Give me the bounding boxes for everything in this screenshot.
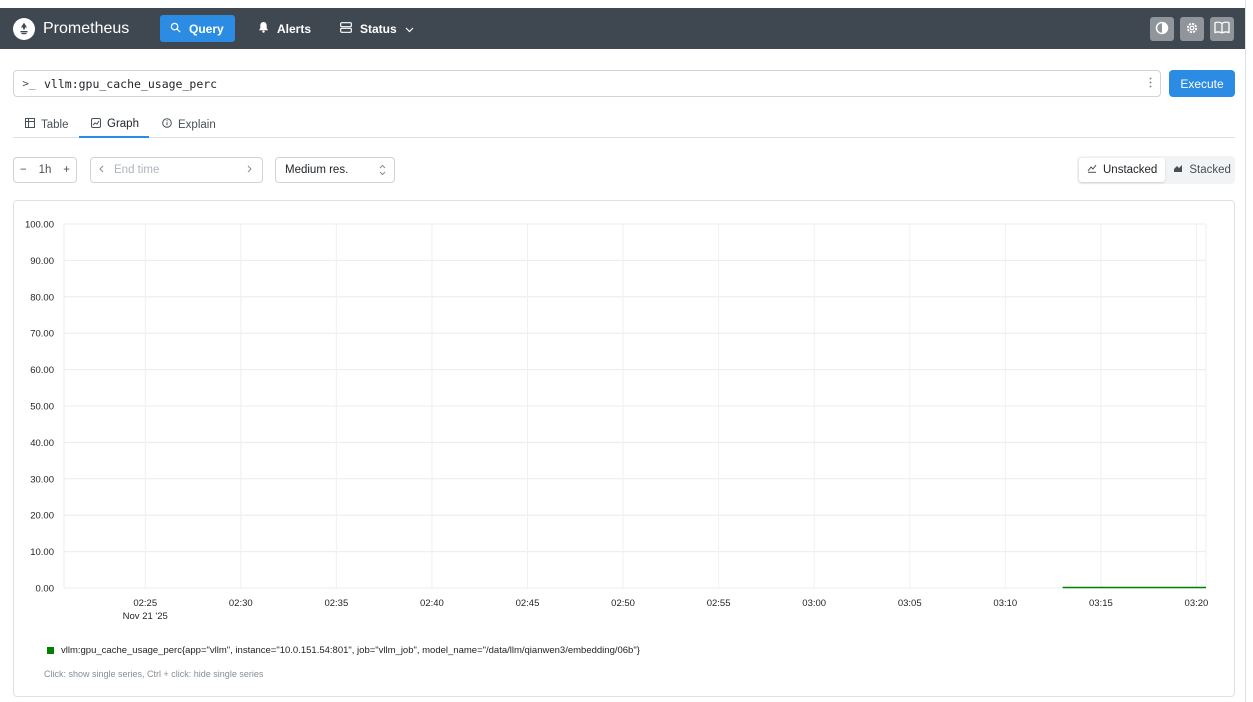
nav-status[interactable]: Status: [330, 15, 432, 42]
x-date-label: Nov 21 '25: [123, 611, 168, 622]
x-tick-label: 03:20: [1185, 598, 1209, 609]
x-tick-label: 02:25: [133, 598, 157, 609]
range-increase-button[interactable]: +: [63, 164, 70, 176]
stack-mode-toggle: Unstacked Stacked: [1077, 156, 1235, 184]
unstacked-icon: [1087, 164, 1103, 176]
y-tick-label: 60.00: [30, 365, 54, 376]
x-tick-label: 02:35: [324, 598, 348, 609]
y-tick-label: 20.00: [30, 511, 54, 522]
search-icon: [170, 22, 189, 36]
execute-button[interactable]: Execute: [1169, 70, 1235, 97]
y-tick-label: 30.00: [30, 474, 54, 485]
x-tick-label: 02:50: [611, 598, 635, 609]
end-time-input[interactable]: End time: [90, 157, 263, 183]
end-time-placeholder: End time: [114, 164, 160, 176]
stacked-button[interactable]: Stacked: [1165, 158, 1239, 182]
x-tick-label: 03:10: [993, 598, 1017, 609]
y-tick-label: 80.00: [30, 292, 54, 303]
nav-alerts-label: Alerts: [277, 21, 312, 36]
y-tick-label: 40.00: [30, 438, 54, 449]
tab-graph-label: Graph: [107, 118, 139, 130]
theme-toggle-button[interactable]: [1150, 17, 1174, 41]
expression-input[interactable]: >_ vllm:gpu_cache_usage_perc: [13, 70, 1161, 97]
brand[interactable]: Prometheus: [13, 17, 130, 40]
legend-swatch: [47, 647, 54, 654]
nav-query-label: Query: [189, 21, 224, 36]
resolution-select[interactable]: Medium res.: [275, 157, 395, 183]
prompt-icon: >_: [22, 77, 36, 90]
book-icon: [1214, 21, 1230, 37]
more-options-icon[interactable]: [1149, 77, 1152, 90]
y-axis: 100.00 90.00 80.00 70.00 60.00 50.00 40.00 30.0…: [25, 220, 54, 595]
y-tick-label: 50.00: [30, 402, 54, 413]
tab-explain[interactable]: Explain: [162, 112, 216, 137]
window-right-edge: [1245, 0, 1253, 702]
resolution-value: Medium res.: [285, 164, 349, 176]
x-tick-label: 03:15: [1089, 598, 1113, 609]
gear-icon: [1185, 21, 1199, 38]
view-tabs: Table Graph Explain: [13, 112, 1235, 138]
y-tick-label: 100.00: [25, 220, 54, 231]
tab-graph[interactable]: Graph: [79, 112, 149, 138]
x-tick-label: 02:30: [229, 598, 253, 609]
nav-status-label: Status: [360, 21, 397, 36]
x-tick-label: 02:45: [516, 598, 540, 609]
y-tick-label: 70.00: [30, 329, 54, 340]
time-series-chart[interactable]: 100.00 90.00 80.00 70.00 60.00 50.00 40.00 30.0…: [14, 201, 1234, 631]
info-icon: [162, 118, 178, 131]
graph-icon: [91, 117, 107, 131]
unstacked-label: Unstacked: [1103, 164, 1158, 176]
legend-label: vllm:gpu_cache_usage_perc{app="vllm", in…: [61, 645, 640, 656]
settings-button[interactable]: [1180, 17, 1204, 41]
documentation-button[interactable]: [1210, 17, 1234, 41]
graph-panel: 100.00 90.00 80.00 70.00 60.00 50.00 40.00 30.0…: [13, 200, 1235, 697]
chevron-down-icon: [405, 22, 422, 36]
stacked-label: Stacked: [1189, 164, 1231, 176]
navbar: Prometheus Query Alerts Status: [0, 8, 1245, 49]
expression-text[interactable]: vllm:gpu_cache_usage_perc: [44, 77, 217, 91]
nav-query[interactable]: Query: [160, 15, 235, 42]
table-icon: [25, 118, 41, 131]
tab-table-label: Table: [41, 118, 69, 131]
prometheus-logo-icon: [13, 17, 35, 40]
x-tick-label: 02:55: [707, 598, 731, 609]
server-icon: [340, 21, 360, 36]
chevron-left-icon[interactable]: [99, 164, 104, 176]
bell-icon: [258, 21, 277, 36]
x-tick-label: 03:05: [898, 598, 922, 609]
nav-alerts[interactable]: Alerts: [248, 15, 321, 42]
theme-toggle-icon: [1155, 21, 1169, 38]
tab-explain-label: Explain: [178, 118, 216, 131]
x-tick-label: 02:40: [420, 598, 444, 609]
brand-name: Prometheus: [43, 19, 130, 37]
stacked-icon: [1173, 164, 1189, 176]
legend-hint: Click: show single series, Ctrl + click:…: [44, 669, 264, 679]
x-axis: 02:25 Nov 21 '25 02:30 02:35 02:40 02:45 02:50…: [123, 598, 1209, 622]
select-chevron-icon: [379, 164, 386, 177]
unstacked-button[interactable]: Unstacked: [1079, 158, 1166, 182]
y-tick-label: 90.00: [30, 256, 54, 267]
chart-grid: [63, 223, 1207, 589]
range-value[interactable]: 1h: [39, 164, 52, 176]
range-control: − 1h +: [13, 157, 77, 183]
top-strip: [0, 0, 1253, 8]
chevron-right-icon[interactable]: [247, 164, 252, 176]
legend-item[interactable]: vllm:gpu_cache_usage_perc{app="vllm", in…: [47, 645, 640, 656]
y-tick-label: 0.00: [36, 584, 55, 595]
x-tick-label: 03:00: [802, 598, 826, 609]
range-decrease-button[interactable]: −: [20, 164, 27, 176]
y-tick-label: 10.00: [30, 547, 54, 558]
tab-table[interactable]: Table: [25, 112, 69, 137]
